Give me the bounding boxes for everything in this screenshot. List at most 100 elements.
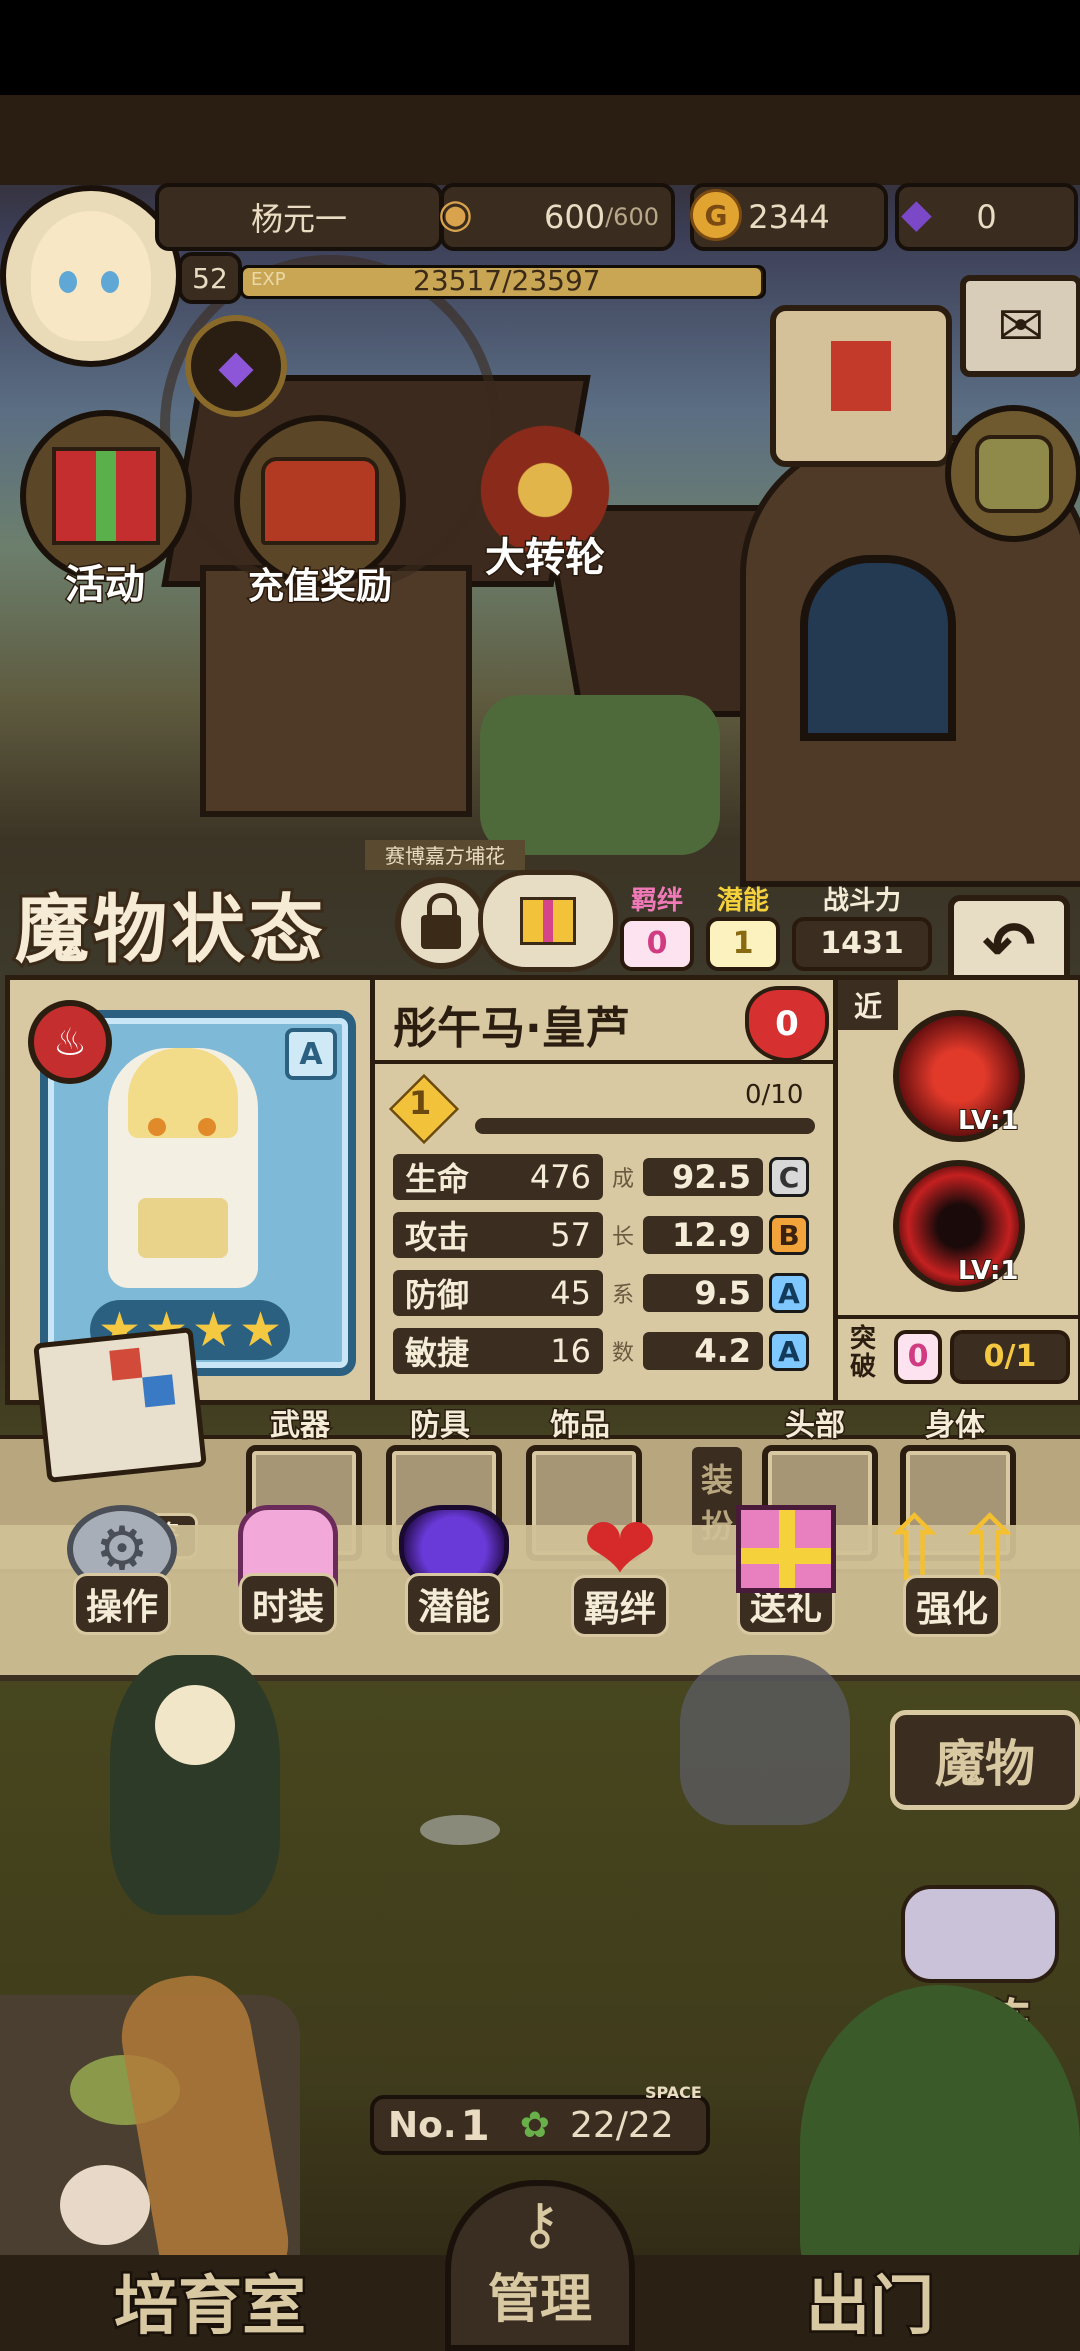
manage-button[interactable]: ⚷ 管理	[445, 2180, 635, 2351]
farm-number: 1	[460, 2100, 490, 2150]
manage-label: 管理	[487, 2270, 592, 2330]
stat-row-attack: 攻击 57 长 12.9 B	[393, 1212, 823, 1258]
grade-badge: A	[769, 1331, 809, 1371]
give-gift-button[interactable]: 送礼	[726, 1505, 846, 1635]
stamina-counter[interactable]: ◉ 600/600	[438, 183, 675, 251]
level-progress-bar	[475, 1118, 815, 1134]
nursery-button[interactable]: 培育室	[60, 2255, 360, 2351]
growth-value: 9.5	[643, 1274, 763, 1312]
level-badge-value: 1	[409, 1084, 432, 1122]
buy-gem-button[interactable]: ◆	[185, 315, 287, 417]
breakthrough-progress: 0/1	[950, 1330, 1070, 1384]
grade-badge: A	[769, 1273, 809, 1313]
monster-character-knight[interactable]	[680, 1655, 850, 1825]
bond-value: 0	[620, 917, 694, 971]
exp-text: 23517/23597	[413, 264, 601, 297]
heart-counter[interactable]: 0	[745, 986, 829, 1062]
gold-coin-icon: G	[690, 189, 742, 241]
keys-icon: ⚷	[519, 2192, 561, 2257]
potential-label: 潜能	[716, 886, 769, 916]
accessory-label: 饰品	[549, 1407, 612, 1445]
gift-bubble-button[interactable]	[478, 870, 618, 972]
stat-row-agility: 敏捷 16 数 4.2 A	[393, 1328, 823, 1374]
stat-label: 生命 476	[393, 1154, 603, 1200]
divider	[838, 1315, 1078, 1319]
range-label: 近	[838, 980, 898, 1030]
codex-book-icon[interactable]	[33, 1327, 207, 1483]
lock-icon[interactable]	[395, 877, 487, 969]
fashion-button[interactable]: 时装	[228, 1505, 348, 1635]
fire-element-icon: ♨	[28, 1000, 112, 1084]
monster-list-button[interactable]: 魔物	[890, 1710, 1080, 1810]
growth-char: 成	[611, 1167, 634, 1192]
farm-number-label: No.	[388, 2104, 457, 2146]
big-wheel-button[interactable]: 大转轮	[450, 415, 640, 615]
house-window	[800, 555, 956, 741]
growth-char: 长	[611, 1225, 634, 1250]
stat-label: 攻击 57	[393, 1212, 603, 1258]
growth-value: 4.2	[643, 1332, 763, 1370]
backpack-icon[interactable]	[945, 405, 1080, 542]
stat-label: 敏捷 16	[393, 1328, 603, 1374]
head-label: 头部	[784, 1407, 847, 1445]
monster-list-label: 魔物	[935, 1735, 1035, 1793]
divider	[375, 1060, 835, 1064]
bread-icon: ◉	[438, 191, 473, 237]
game-scene: 杨元一 52 EXP 23517/23597 ◉ 600/600 G 2344 …	[0, 95, 1080, 2351]
rock-decoration	[420, 1815, 500, 1845]
town-sign: 赛博嘉方埔花	[365, 840, 525, 870]
stat-row-defense: 防御 45 系 9.5 A	[393, 1270, 823, 1316]
recharge-reward-label: 充值奖励	[246, 565, 393, 609]
gem-plus-icon: ◆	[218, 339, 254, 393]
bond-button-label: 羁绊	[570, 1575, 669, 1637]
star-icon: ★	[192, 1302, 236, 1358]
exp-label: EXP	[251, 269, 286, 290]
gift-icon	[736, 1505, 836, 1593]
wooden-beam	[0, 95, 1080, 185]
operate-button[interactable]: ⚙ 操作	[62, 1505, 182, 1635]
mail-icon[interactable]: ✉	[960, 275, 1080, 377]
recharge-reward-button[interactable]: 充值奖励	[220, 415, 420, 615]
grade-badge: C	[769, 1157, 809, 1197]
bond-indicator: 羁绊 0	[620, 880, 694, 971]
growth-char: 系	[611, 1283, 634, 1308]
rank-badge: A	[285, 1028, 337, 1080]
activity-button[interactable]: 活动	[20, 410, 192, 610]
purple-gem-icon: ◆	[901, 191, 932, 237]
breakthrough-value: 0	[894, 1330, 942, 1384]
potential-indicator: 潜能 1	[706, 880, 780, 971]
stat-table: 生命 476 成 92.5 C 攻击 57 长 12.9 B 防御 45 系 9.5 …	[393, 1154, 823, 1374]
combat-power-label: 战斗力	[822, 886, 901, 916]
player-name: 杨元一	[155, 183, 443, 251]
growth-value: 12.9	[643, 1216, 763, 1254]
monster-status-title: 魔物状态	[12, 884, 327, 976]
gold-counter[interactable]: G 2344	[690, 183, 888, 251]
skill-1-level: LV:1	[957, 1105, 1019, 1137]
big-wheel-label: 大转轮	[484, 534, 607, 583]
space-value: 22/22	[569, 2104, 674, 2146]
monster-name: 彤午马·皇芦	[393, 1003, 630, 1054]
potential-button[interactable]: 潜能	[394, 1505, 514, 1635]
grade-badge: B	[769, 1215, 809, 1255]
formation-characters-icon	[901, 1885, 1059, 1983]
gem-value: 0	[976, 198, 997, 236]
quest-scroll-icon[interactable]	[770, 305, 952, 467]
enhance-button[interactable]: ⇧⇧ 强化	[877, 1505, 1027, 1637]
monster-character-fairy[interactable]	[110, 1655, 280, 1915]
monster-stats-panel: 彤午马·皇芦 0 1 0/10 生命 476 成 92.5 C 攻击 57 长 12…	[370, 975, 840, 1405]
stat-label: 防御 45	[393, 1270, 603, 1316]
bond-button[interactable]: ❤ 羁绊	[560, 1505, 680, 1637]
operate-label: 操作	[72, 1573, 171, 1635]
star-icon: ★	[239, 1302, 283, 1358]
gem-counter[interactable]: ◆ 0	[895, 183, 1078, 251]
gold-value: 2344	[748, 198, 830, 236]
bond-label: 羁绊	[630, 886, 683, 916]
armor-label: 防具	[409, 1407, 472, 1445]
skill-2-level: LV:1	[957, 1255, 1019, 1287]
go-out-button[interactable]: 出门	[720, 2255, 1020, 2351]
monster-portrait	[108, 1048, 258, 1288]
system-status-bar	[0, 0, 1080, 95]
farm-info-bar: No. 1 ✿ 22/22	[370, 2095, 710, 2155]
space-label: SPACE	[645, 2083, 702, 2102]
enhance-label: 强化	[902, 1575, 1001, 1637]
